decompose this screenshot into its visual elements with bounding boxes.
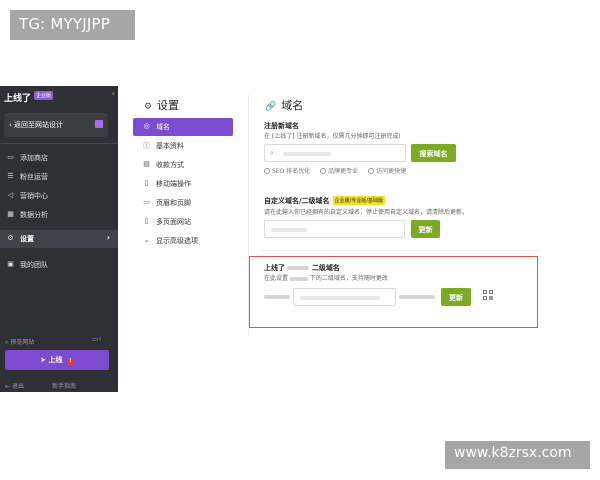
- sidebar-item-label: 设置: [20, 235, 34, 243]
- custom-domain-input[interactable]: [264, 220, 405, 238]
- register-domain-title: 注册新域名: [264, 122, 299, 130]
- layout-icon: ▭: [143, 198, 150, 206]
- benefit-brand: 品牌更专业: [320, 168, 358, 175]
- pages-icon: ▯: [144, 217, 149, 225]
- domain-title-text: 域名: [281, 99, 304, 112]
- chart-icon: ▦: [7, 210, 14, 218]
- sidebar: 上线了 企业版 ‹ ‹ 返回至网站设计 ▭ 添加商店 ☰ 粉丝运营 ◁ 营销中心 ▦ 数…: [0, 86, 118, 392]
- benefit-speed: 访问更快捷: [368, 168, 406, 175]
- menu-label: 收款方式: [156, 161, 184, 169]
- chevron-right-icon: ›: [106, 233, 110, 242]
- back-label: 返回至网站设计: [14, 121, 64, 129]
- custom-domain-title: 自定义域名/二级域名 企业版/专业版/基础版: [264, 196, 385, 205]
- update-custom-domain-button[interactable]: 更新: [411, 220, 440, 238]
- menu-item-domain[interactable]: ◎ 域名: [133, 118, 233, 136]
- sidebar-item-label: 添加商店: [20, 154, 48, 162]
- custom-domain-desc: 请在此输入你已经拥有的自定义域名，停止使用自定义域名，请清除后更新。: [264, 209, 469, 216]
- menu-label: 移动端操作: [156, 180, 191, 188]
- sidebar-divider: [0, 143, 118, 144]
- sidebar-item-marketing[interactable]: ◁ 营销中心: [0, 187, 118, 205]
- menu-label: 基本资料: [156, 142, 184, 150]
- domain-title: 🔗 域名: [265, 97, 303, 113]
- menu-item-header-footer[interactable]: ▭ 页眉和页脚: [133, 194, 233, 212]
- qr-code-icon[interactable]: [483, 290, 494, 301]
- guide-link[interactable]: 新手指南: [52, 381, 76, 390]
- watermark-site: www.k8zrsx.com: [445, 441, 590, 469]
- menu-item-basic-info[interactable]: ⓘ 基本资料: [133, 137, 233, 155]
- benefit-seo: SEO 排名优化: [264, 168, 310, 175]
- blurred-prefix: [264, 295, 290, 299]
- info-icon: ⓘ: [143, 142, 150, 150]
- mobile-icon: ▯: [144, 179, 149, 187]
- register-domain-desc: 在 [上线了] 注册新域名，仅需几分钟即可注册完成!: [264, 133, 401, 140]
- input-placeholder-blurred: [283, 151, 331, 156]
- menu-item-multipage[interactable]: ▯ 多页面网站: [133, 213, 233, 231]
- sidebar-item-add-store[interactable]: ▭ 添加商店: [0, 149, 118, 167]
- subdomain-input[interactable]: [293, 288, 396, 306]
- subdomain-title: 上线了 二级域名: [264, 264, 340, 272]
- subdomain-desc: 在此设置 下的二级域名，支持随时更改: [264, 275, 388, 282]
- update-subdomain-button[interactable]: 更新: [441, 288, 471, 306]
- sidebar-item-label: 我的团队: [20, 261, 48, 269]
- plan-badge: 企业版: [34, 91, 54, 100]
- sidebar-item-label: 粉丝运营: [20, 173, 48, 181]
- logout-label: 退出: [11, 383, 24, 390]
- fans-icon: ☰: [7, 172, 14, 180]
- card-icon: ▤: [143, 160, 150, 168]
- menu-label: 显示高级选项: [156, 237, 198, 245]
- sidebar-item-team[interactable]: ▣ 我的团队: [0, 256, 118, 274]
- monitor-icon[interactable]: ▭‹: [92, 335, 101, 343]
- sidebar-item-label: 营销中心: [20, 192, 48, 200]
- store-icon: ▭: [7, 153, 14, 161]
- watermark-tag: TG: MYYJJPP: [10, 10, 135, 40]
- register-benefits: SEO 排名优化 品牌更专业 访问更快捷: [264, 166, 414, 175]
- gear-icon: ⚙: [7, 234, 14, 242]
- search-domain-button[interactable]: 搜索域名: [411, 144, 456, 162]
- input-placeholder-blurred: [300, 295, 380, 300]
- input-placeholder-blurred: [271, 227, 307, 232]
- collapse-icon[interactable]: ‹: [112, 89, 115, 98]
- sidebar-item-fans[interactable]: ☰ 粉丝运营: [0, 168, 118, 186]
- preview-site-label: 预览网站: [10, 339, 35, 346]
- sidebar-item-analytics[interactable]: ▦ 数据分析: [0, 206, 118, 224]
- menu-item-payment[interactable]: ▤ 收款方式: [133, 156, 233, 174]
- settings-title: ⚙ 设置: [144, 97, 179, 113]
- chevron-down-icon: ⌄: [143, 236, 150, 244]
- section-divider: [262, 250, 540, 251]
- plan-badge: 企业版/专业版/基础版: [332, 196, 385, 205]
- link-icon: 🔗: [265, 102, 277, 112]
- menu-item-mobile[interactable]: ▯ 移动端操作: [133, 175, 233, 193]
- app-logo: 上线了: [4, 94, 32, 104]
- publish-button[interactable]: ➤ 上线 !: [5, 350, 109, 370]
- search-icon: ⌕: [270, 149, 274, 157]
- domain-search-input[interactable]: ⌕: [264, 144, 406, 162]
- sidebar-item-settings[interactable]: ⚙ 设置 ›: [0, 230, 118, 248]
- menu-item-advanced[interactable]: ⌄ 显示高级选项: [133, 232, 233, 250]
- preview-site-link[interactable]: ⌕ 预览网站: [5, 337, 34, 347]
- sidebar-item-label: 数据分析: [20, 211, 48, 219]
- menu-label: 域名: [156, 123, 170, 131]
- menu-label: 多页面网站: [156, 218, 191, 226]
- team-icon: ▣: [7, 260, 14, 268]
- blurred-suffix: [399, 295, 435, 299]
- globe-icon: ◎: [143, 122, 150, 130]
- settings-title-text: 设置: [157, 99, 179, 112]
- menu-label: 页眉和页脚: [156, 199, 191, 207]
- logout-link[interactable]: ⇤ 退出: [5, 381, 24, 390]
- edit-icon: [95, 120, 103, 128]
- blurred-text: [287, 266, 310, 270]
- blurred-text: [289, 276, 308, 281]
- back-to-design-button[interactable]: ‹ 返回至网站设计: [4, 113, 108, 137]
- alert-badge: !: [66, 358, 74, 365]
- megaphone-icon: ◁: [7, 191, 14, 199]
- publish-label: 上线: [48, 356, 63, 364]
- gear-icon: ⚙: [144, 102, 153, 112]
